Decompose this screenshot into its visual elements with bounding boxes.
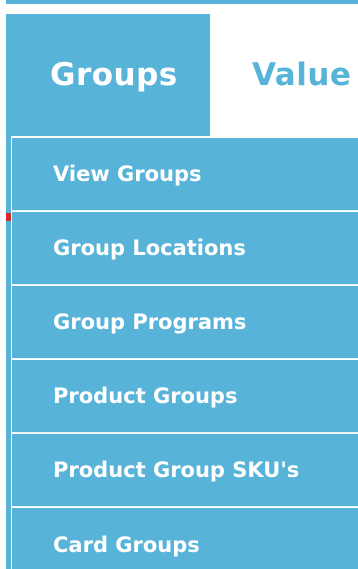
red-indicator bbox=[6, 213, 11, 221]
menu-item-product-groups[interactable]: Product Groups bbox=[12, 360, 358, 433]
groups-dropdown-menu: View Groups Group Locations Group Progra… bbox=[12, 138, 358, 569]
top-nav-tabs: Groups Value T bbox=[6, 14, 358, 136]
tab-value[interactable]: Value T bbox=[210, 14, 358, 136]
nav-dropdown-screen: Groups Value T View Groups Group Locatio… bbox=[0, 0, 358, 569]
menu-item-group-programs[interactable]: Group Programs bbox=[12, 286, 358, 359]
menu-item-product-group-skus[interactable]: Product Group SKU's bbox=[12, 434, 358, 507]
menu-item-card-groups[interactable]: Card Groups bbox=[12, 508, 358, 569]
tab-groups[interactable]: Groups bbox=[6, 14, 210, 136]
menu-item-group-locations[interactable]: Group Locations bbox=[12, 212, 358, 285]
menu-item-view-groups[interactable]: View Groups bbox=[12, 138, 358, 211]
top-rule bbox=[6, 0, 358, 4]
